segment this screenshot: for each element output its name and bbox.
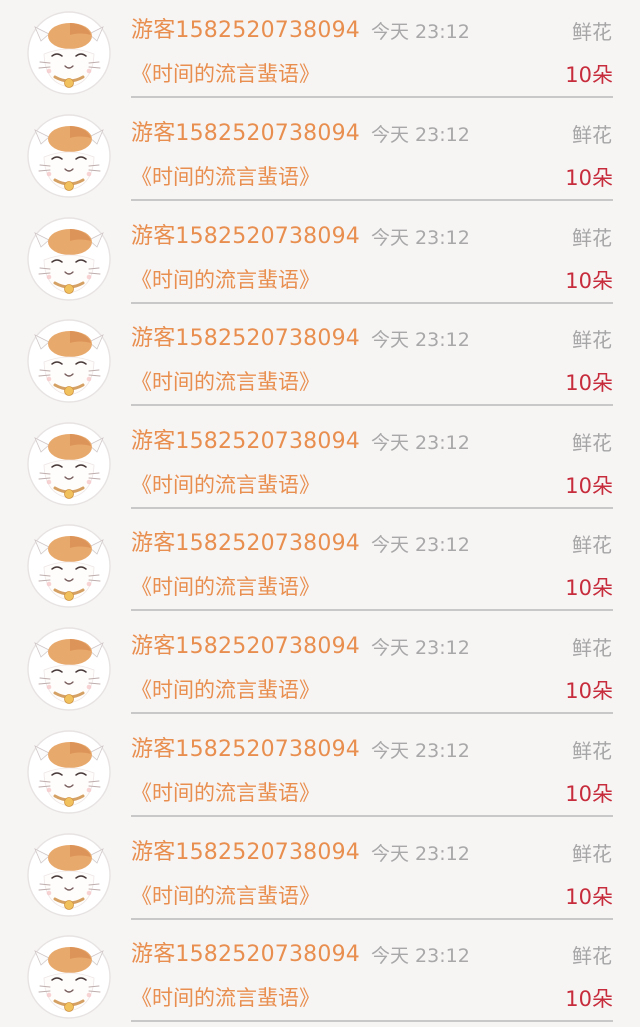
username[interactable]: 游客1582520738094 <box>131 938 360 972</box>
gift-count: 10朵 <box>565 885 613 909</box>
gift-count: 10朵 <box>565 782 613 806</box>
cat-avatar-icon[interactable] <box>27 11 111 95</box>
gift-count: 10朵 <box>565 679 613 703</box>
timestamp: 今天 23:12 <box>371 534 470 556</box>
gift-record-row[interactable]: 游客1582520738094 今天 23:12 鲜花 《时间的流言蜚语》 10… <box>0 616 640 719</box>
timestamp: 今天 23:12 <box>371 432 470 454</box>
row-divider <box>131 199 613 201</box>
timestamp: 今天 23:12 <box>371 740 470 762</box>
cat-avatar-icon[interactable] <box>27 833 111 917</box>
username[interactable]: 游客1582520738094 <box>131 425 360 459</box>
row-divider <box>131 302 613 304</box>
username[interactable]: 游客1582520738094 <box>131 322 360 356</box>
gift-type-label: 鲜花 <box>572 431 612 455</box>
book-title-link[interactable]: 《时间的流言蜚语》 <box>131 263 320 297</box>
gift-count: 10朵 <box>565 576 613 600</box>
timestamp: 今天 23:12 <box>371 21 470 43</box>
gift-record-row[interactable]: 游客1582520738094 今天 23:12 鲜花 《时间的流言蜚语》 10… <box>0 822 640 925</box>
cat-avatar-icon[interactable] <box>27 935 111 1019</box>
timestamp: 今天 23:12 <box>371 124 470 146</box>
gift-record-row[interactable]: 游客1582520738094 今天 23:12 鲜花 《时间的流言蜚语》 10… <box>0 719 640 822</box>
gift-record-row[interactable]: 游客1582520738094 今天 23:12 鲜花 《时间的流言蜚语》 10… <box>0 206 640 309</box>
gift-count: 10朵 <box>565 269 613 293</box>
username[interactable]: 游客1582520738094 <box>131 527 360 561</box>
cat-avatar-icon[interactable] <box>27 627 111 711</box>
gift-record-row[interactable]: 游客1582520738094 今天 23:12 鲜花 《时间的流言蜚语》 10… <box>0 0 640 103</box>
timestamp: 今天 23:12 <box>371 329 470 351</box>
book-title-link[interactable]: 《时间的流言蜚语》 <box>131 673 320 707</box>
gift-type-label: 鲜花 <box>572 842 612 866</box>
gift-record-row[interactable]: 游客1582520738094 今天 23:12 鲜花 《时间的流言蜚语》 10… <box>0 924 640 1027</box>
gift-type-label: 鲜花 <box>572 123 612 147</box>
book-title-link[interactable]: 《时间的流言蜚语》 <box>131 365 320 399</box>
gift-count: 10朵 <box>565 63 613 87</box>
timestamp: 今天 23:12 <box>371 945 470 967</box>
timestamp: 今天 23:12 <box>371 637 470 659</box>
book-title-link[interactable]: 《时间的流言蜚语》 <box>131 57 320 91</box>
book-title-link[interactable]: 《时间的流言蜚语》 <box>131 468 320 502</box>
cat-avatar-icon[interactable] <box>27 319 111 403</box>
row-divider <box>131 96 613 98</box>
book-title-link[interactable]: 《时间的流言蜚语》 <box>131 879 320 913</box>
gift-record-row[interactable]: 游客1582520738094 今天 23:12 鲜花 《时间的流言蜚语》 10… <box>0 103 640 206</box>
timestamp: 今天 23:12 <box>371 843 470 865</box>
cat-avatar-icon[interactable] <box>27 114 111 198</box>
gift-type-label: 鲜花 <box>572 328 612 352</box>
gift-record-row[interactable]: 游客1582520738094 今天 23:12 鲜花 《时间的流言蜚语》 10… <box>0 513 640 616</box>
gift-record-list: 游客1582520738094 今天 23:12 鲜花 《时间的流言蜚语》 10… <box>0 0 640 1023</box>
username[interactable]: 游客1582520738094 <box>131 117 360 151</box>
username[interactable]: 游客1582520738094 <box>131 733 360 767</box>
book-title-link[interactable]: 《时间的流言蜚语》 <box>131 981 320 1015</box>
gift-record-row[interactable]: 游客1582520738094 今天 23:12 鲜花 《时间的流言蜚语》 10… <box>0 308 640 411</box>
gift-count: 10朵 <box>565 474 613 498</box>
row-divider <box>131 404 613 406</box>
timestamp: 今天 23:12 <box>371 227 470 249</box>
username[interactable]: 游客1582520738094 <box>131 220 360 254</box>
book-title-link[interactable]: 《时间的流言蜚语》 <box>131 570 320 604</box>
row-divider <box>131 815 613 817</box>
gift-type-label: 鲜花 <box>572 226 612 250</box>
row-divider <box>131 609 613 611</box>
book-title-link[interactable]: 《时间的流言蜚语》 <box>131 160 320 194</box>
cat-avatar-icon[interactable] <box>27 217 111 301</box>
username[interactable]: 游客1582520738094 <box>131 630 360 664</box>
gift-count: 10朵 <box>565 987 613 1011</box>
row-divider <box>131 918 613 920</box>
gift-record-row[interactable]: 游客1582520738094 今天 23:12 鲜花 《时间的流言蜚语》 10… <box>0 411 640 514</box>
username[interactable]: 游客1582520738094 <box>131 14 360 48</box>
gift-count: 10朵 <box>565 371 613 395</box>
cat-avatar-icon[interactable] <box>27 524 111 608</box>
cat-avatar-icon[interactable] <box>27 422 111 506</box>
gift-count: 10朵 <box>565 166 613 190</box>
gift-type-label: 鲜花 <box>572 533 612 557</box>
book-title-link[interactable]: 《时间的流言蜚语》 <box>131 776 320 810</box>
gift-type-label: 鲜花 <box>572 739 612 763</box>
gift-type-label: 鲜花 <box>572 20 612 44</box>
gift-type-label: 鲜花 <box>572 944 612 968</box>
row-divider <box>131 712 613 714</box>
username[interactable]: 游客1582520738094 <box>131 836 360 870</box>
row-divider <box>131 507 613 509</box>
row-divider <box>131 1020 613 1022</box>
cat-avatar-icon[interactable] <box>27 730 111 814</box>
gift-type-label: 鲜花 <box>572 636 612 660</box>
